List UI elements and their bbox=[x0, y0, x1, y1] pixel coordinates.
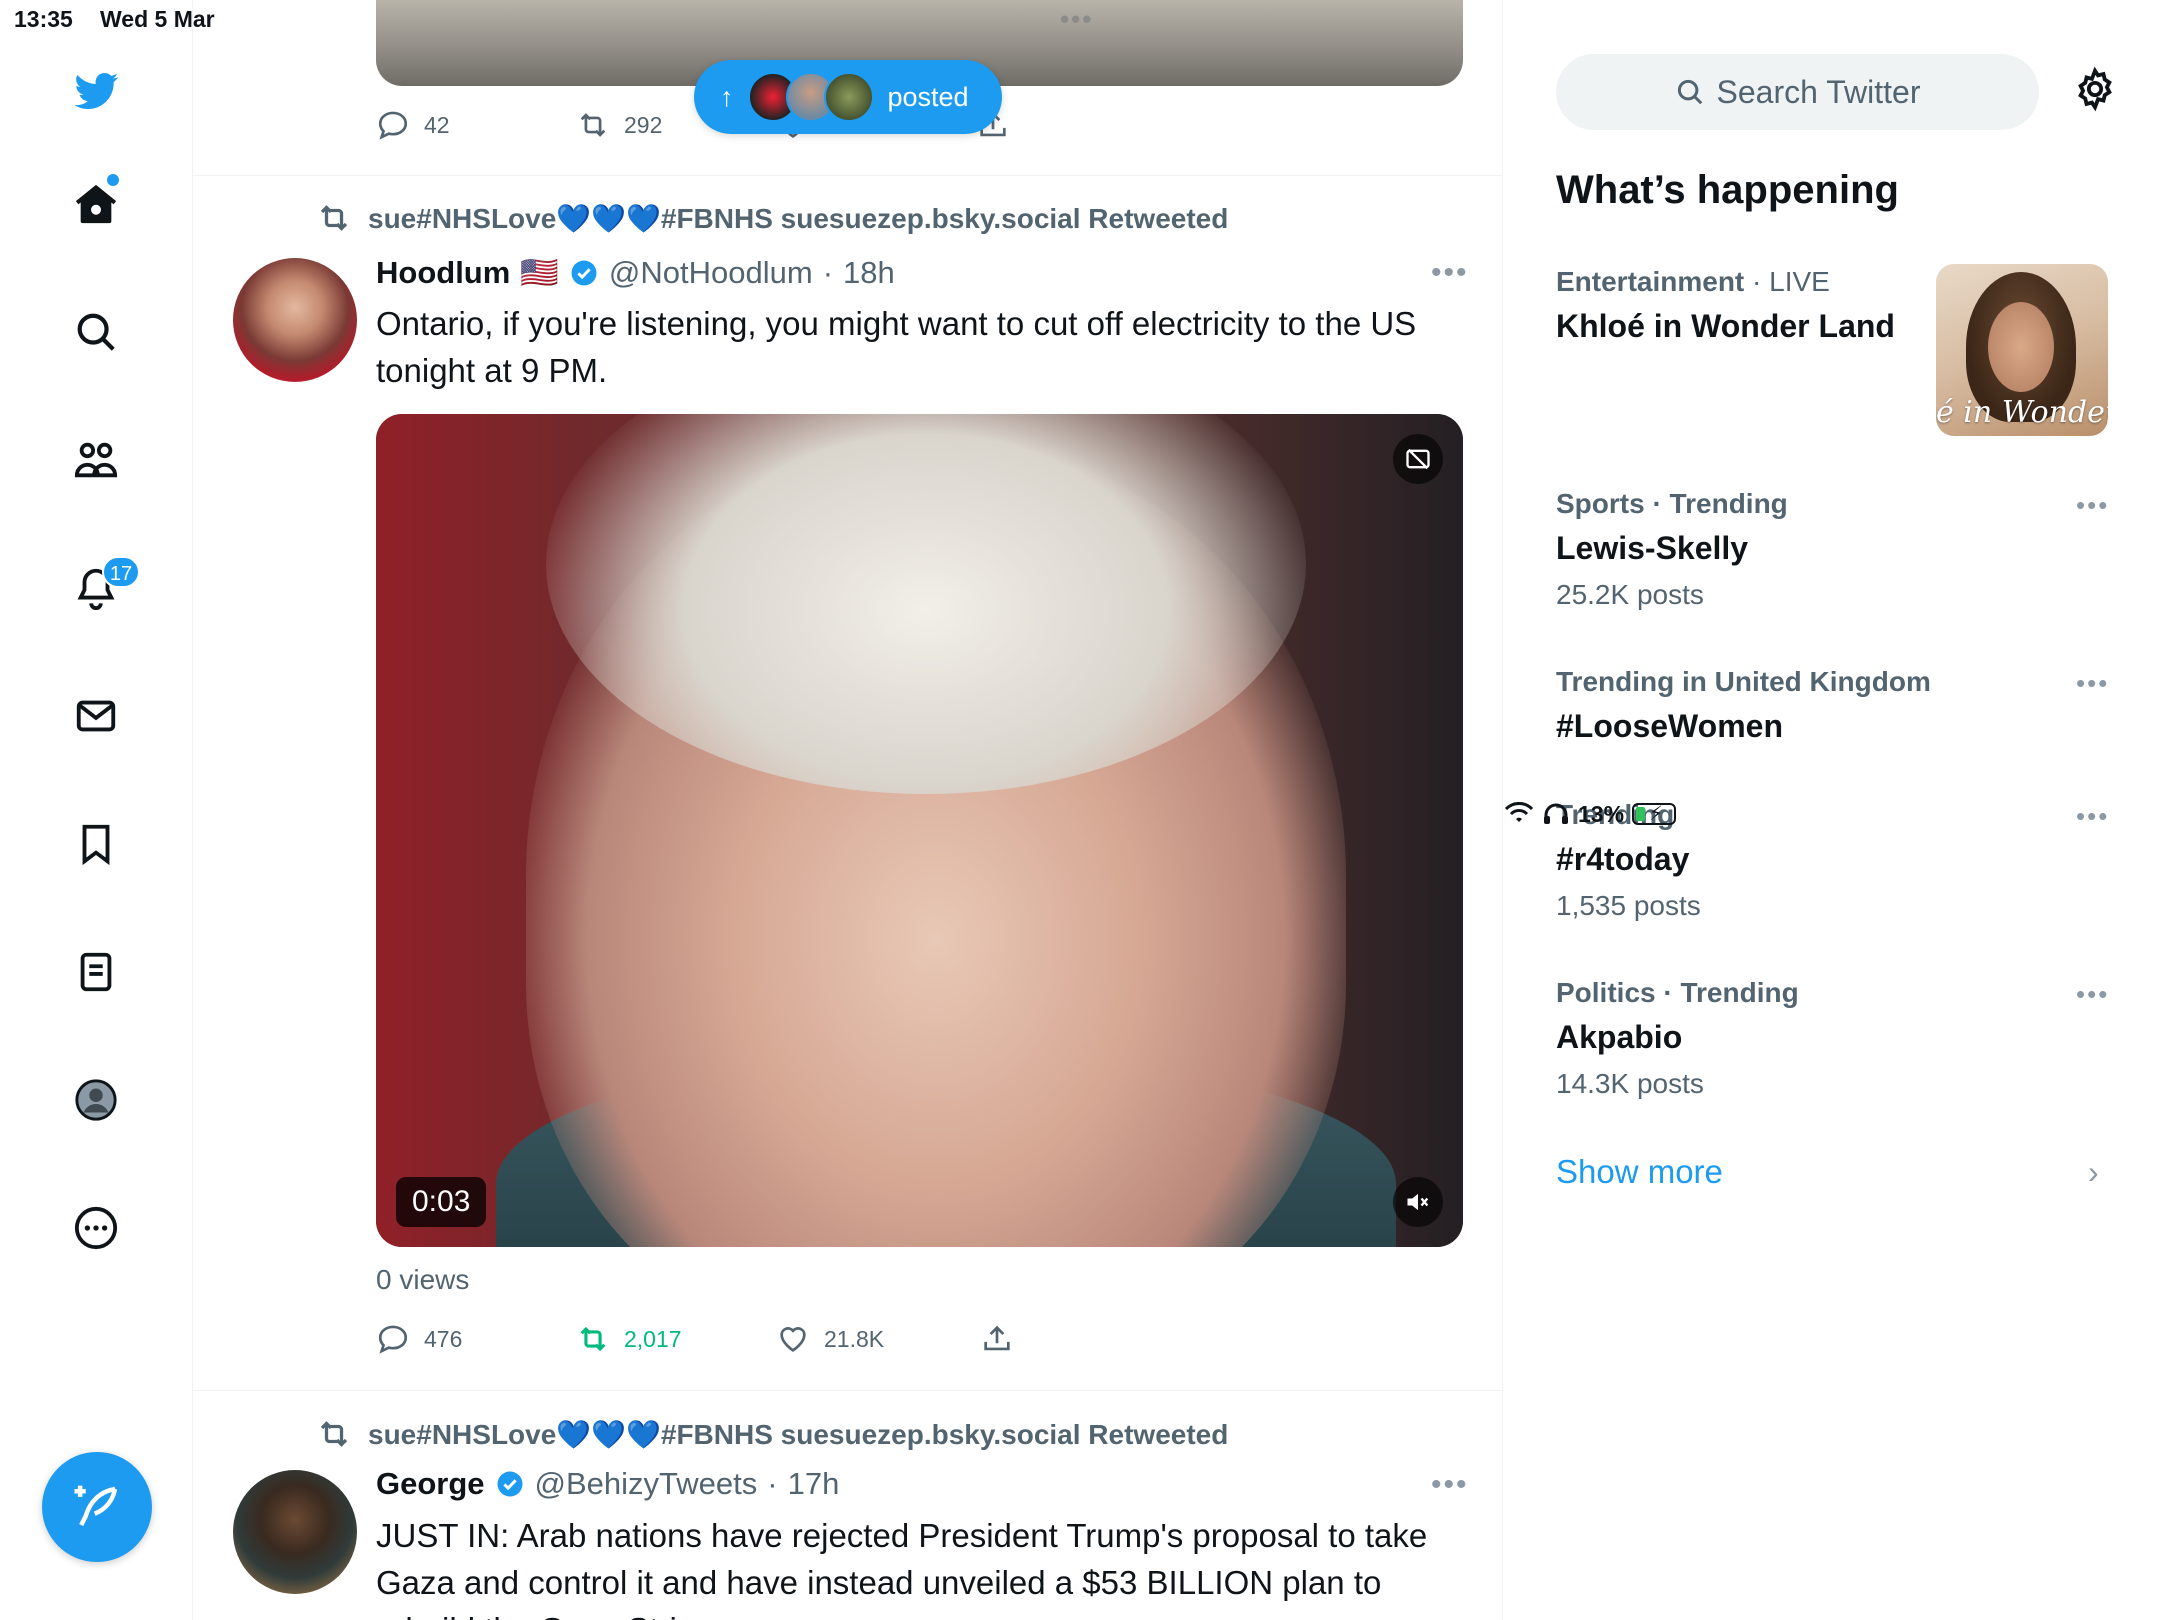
battery-icon: ⚡ bbox=[1632, 803, 1677, 825]
reply-icon bbox=[378, 111, 408, 140]
lists-icon[interactable] bbox=[66, 942, 126, 1002]
retweet-button[interactable]: 2,017 bbox=[576, 1322, 776, 1356]
battery-percent: 13% bbox=[1578, 800, 1625, 827]
tweet-more-icon[interactable]: ••• bbox=[1431, 256, 1469, 290]
headphones-icon bbox=[1544, 803, 1568, 824]
wifi-icon bbox=[1504, 802, 1534, 822]
author-name[interactable]: Hoodlum bbox=[376, 255, 510, 291]
retweeted-by-text: sue#NHSLove💙💙💙#FBNHS suesuezep.bsky.soci… bbox=[368, 1418, 1229, 1450]
timeline-feed[interactable]: 42 292 ↑ posted sue#NHSLove💙💙💙#FBNHS sue… bbox=[193, 0, 1503, 1620]
tweet-actions: 476 2,017 21.8K bbox=[376, 1322, 1014, 1356]
posted-label: posted bbox=[887, 81, 969, 112]
tweet-time[interactable]: 17h bbox=[788, 1466, 840, 1502]
video-duration: 0:03 bbox=[396, 1177, 487, 1227]
separator-dot: · bbox=[822, 254, 834, 290]
profile-avatar-icon[interactable] bbox=[66, 1070, 126, 1130]
share-icon bbox=[984, 1325, 1010, 1351]
avatar bbox=[823, 72, 874, 122]
status-time: 13:35 bbox=[14, 6, 73, 32]
arrow-up-icon: ↑ bbox=[720, 81, 734, 112]
retweeted-by-text: sue#NHSLove💙💙💙#FBNHS suesuezep.bsky.soci… bbox=[368, 202, 1229, 234]
tweet-text: JUST IN: Arab nations have rejected Pres… bbox=[376, 1517, 1428, 1620]
view-count: 0 views bbox=[376, 1264, 470, 1295]
retweet-count: 2,017 bbox=[624, 1325, 682, 1352]
divider bbox=[193, 175, 1502, 176]
author-handle[interactable]: @NotHoodlum bbox=[609, 255, 813, 291]
tweet-more-icon[interactable]: ••• bbox=[1431, 1468, 1469, 1502]
search-icon[interactable] bbox=[66, 302, 126, 362]
retweeted-by-line[interactable]: sue#NHSLove💙💙💙#FBNHS suesuezep.bsky.soci… bbox=[316, 1416, 1228, 1452]
notifications-badge: 17 bbox=[102, 556, 140, 588]
author-handle[interactable]: @BehizyTweets bbox=[535, 1466, 758, 1502]
reply-button[interactable]: 42 bbox=[376, 108, 576, 142]
home-unread-dot bbox=[107, 174, 119, 186]
communities-icon[interactable] bbox=[66, 430, 126, 490]
like-count: 21.8K bbox=[824, 1325, 885, 1352]
verified-badge-icon bbox=[497, 1471, 523, 1497]
retweet-icon bbox=[580, 1326, 606, 1352]
more-options-icon[interactable] bbox=[66, 1198, 126, 1258]
multitasking-dots[interactable]: ••• bbox=[1060, 4, 1093, 35]
compose-feather-icon bbox=[74, 1485, 118, 1527]
captions-icon[interactable] bbox=[1393, 434, 1443, 484]
retweet-icon bbox=[580, 113, 606, 137]
author-name[interactable]: George bbox=[376, 1466, 485, 1502]
status-date: Wed 5 Mar bbox=[100, 6, 215, 32]
share-button[interactable] bbox=[980, 1322, 1014, 1356]
status-bar: 13:35 Wed 5 Mar ••• 13% ⚡ bbox=[0, 0, 2160, 827]
verified-badge-icon bbox=[571, 260, 597, 285]
status-right: 13% ⚡ bbox=[1504, 4, 2160, 1620]
bookmarks-icon[interactable] bbox=[66, 814, 126, 874]
retweet-icon bbox=[320, 1421, 348, 1447]
tweet-text: Ontario, if you're listening, you might … bbox=[376, 305, 1417, 389]
tweet-header: Hoodlum 🇺🇸 @NotHoodlum · 18h bbox=[376, 254, 895, 291]
reply-icon bbox=[378, 1325, 408, 1354]
like-button[interactable]: 21.8K bbox=[776, 1322, 980, 1356]
pill-avatars bbox=[747, 72, 874, 122]
retweeted-by-line[interactable]: sue#NHSLove💙💙💙#FBNHS suesuezep.bsky.soci… bbox=[316, 200, 1228, 236]
messages-icon[interactable] bbox=[66, 686, 126, 746]
reply-count: 42 bbox=[424, 111, 450, 138]
retweet-icon bbox=[320, 205, 348, 231]
separator-dot: · bbox=[767, 1466, 778, 1501]
retweet-count: 292 bbox=[624, 111, 663, 138]
avatar[interactable] bbox=[233, 1470, 357, 1594]
compose-tweet-button[interactable] bbox=[42, 1452, 152, 1562]
divider bbox=[193, 1390, 1502, 1391]
mute-icon[interactable] bbox=[1393, 1177, 1443, 1227]
twitter-logo-icon[interactable] bbox=[66, 60, 126, 120]
us-flag-icon: 🇺🇸 bbox=[520, 255, 559, 290]
tweet-video[interactable]: 0:03 bbox=[376, 414, 1463, 1247]
left-nav: 17 bbox=[0, 0, 193, 1620]
reply-button[interactable]: 476 bbox=[376, 1322, 576, 1356]
heart-icon bbox=[780, 1327, 806, 1352]
new-posts-pill[interactable]: ↑ posted bbox=[694, 60, 1002, 134]
reply-count: 476 bbox=[424, 1325, 463, 1352]
tweet-time[interactable]: 18h bbox=[843, 255, 895, 291]
tweet-header: George @BehizyTweets · 17h bbox=[376, 1466, 839, 1502]
avatar[interactable] bbox=[233, 258, 357, 382]
